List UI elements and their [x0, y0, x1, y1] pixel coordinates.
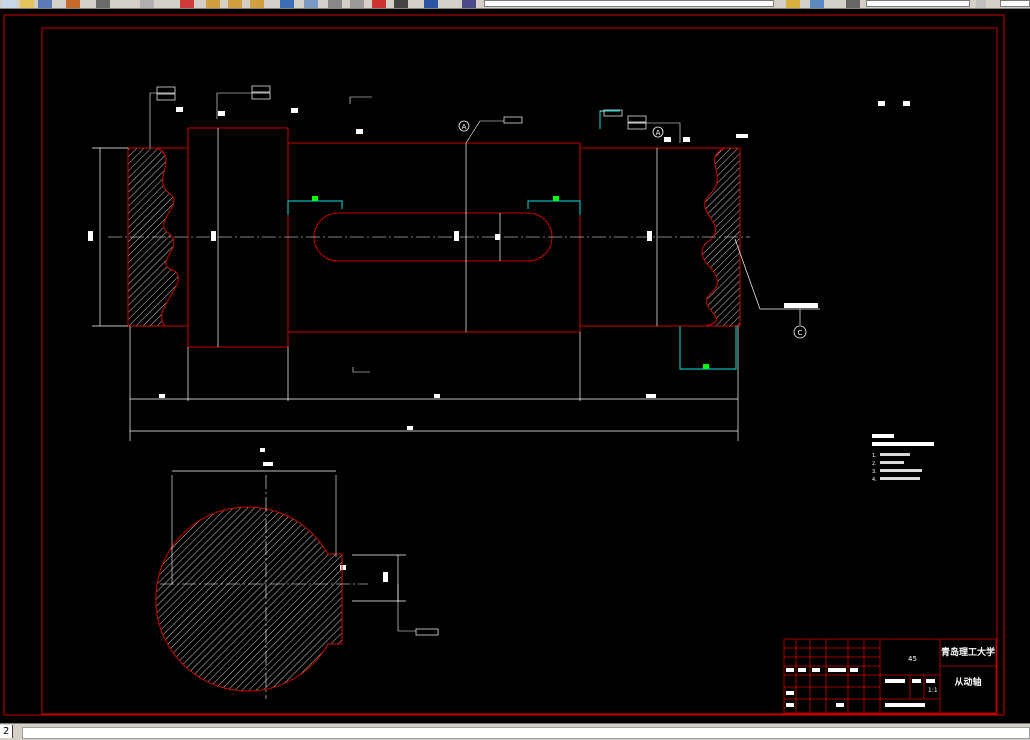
layer-combo[interactable]: [484, 0, 774, 7]
datum-a-label-1: A: [462, 123, 467, 131]
layer-prev-icon[interactable]: [810, 0, 824, 8]
green-mark-1: [312, 196, 318, 201]
style-icon[interactable]: [846, 0, 860, 8]
open-icon[interactable]: [20, 0, 34, 8]
help-icon[interactable]: [372, 0, 386, 8]
tech-req-3: 3.: [872, 469, 877, 475]
layout-tab-bar: 2: [0, 723, 1030, 740]
title-block-scale: 1:1: [928, 687, 938, 694]
tech-req-2: 2.: [872, 461, 877, 467]
color-combo[interactable]: [1000, 0, 1030, 7]
title-block-part-name: 从动轴: [954, 676, 981, 688]
tech-req-4: 4.: [872, 477, 877, 483]
layers-manager-icon[interactable]: [462, 0, 476, 8]
tech-req-1: 1.: [872, 453, 877, 459]
green-mark-3: [703, 364, 709, 369]
new-icon[interactable]: [2, 0, 16, 8]
calc-icon[interactable]: [350, 0, 364, 8]
layer-state-icon[interactable]: [786, 0, 800, 8]
tab-layout2[interactable]: 2: [0, 725, 14, 738]
undo-icon[interactable]: [96, 0, 110, 8]
zoom-window-icon[interactable]: [228, 0, 242, 8]
print-icon[interactable]: [66, 0, 80, 8]
style-combo[interactable]: [866, 0, 970, 7]
tool-palette-icon[interactable]: [328, 0, 342, 8]
dropdown-arrow-icon[interactable]: [976, 0, 986, 8]
datum-a-label-2: A: [656, 129, 661, 137]
zoom-realtime-icon[interactable]: [206, 0, 220, 8]
tech-requirements: 1. 2. 3. 4.: [872, 434, 934, 483]
section-view: [155, 470, 406, 699]
roughness-marks: [176, 101, 910, 142]
design-center-icon[interactable]: [304, 0, 318, 8]
redo-icon[interactable]: [140, 0, 154, 8]
title-block-cells: [786, 668, 935, 707]
cyan-markers: [287, 110, 737, 370]
datum-c-label: C: [798, 329, 803, 337]
tab-scroll-strip[interactable]: [22, 727, 1030, 739]
title-block-school: 青岛理工大学: [941, 646, 995, 658]
zoom-previous-icon[interactable]: [250, 0, 264, 8]
section-circle: [155, 506, 343, 692]
title-block-material: 45: [908, 655, 917, 663]
toolbar: [0, 0, 1030, 9]
save-icon[interactable]: [38, 0, 52, 8]
dimensions: [92, 128, 820, 441]
callout-bar: [784, 303, 818, 308]
green-mark-2: [553, 196, 559, 201]
layer-icon[interactable]: [394, 0, 408, 8]
pan-icon[interactable]: [180, 0, 194, 8]
drawing-svg: A A C 1. 2. 3. 4. 45 青岛理工大学 从动轴 1:1: [3, 14, 1005, 716]
drawing-canvas[interactable]: A A C 1. 2. 3. 4. 45 青岛理工大学 从动轴 1:1: [0, 9, 1030, 723]
properties-icon[interactable]: [280, 0, 294, 8]
match-prop-icon[interactable]: [424, 0, 438, 8]
